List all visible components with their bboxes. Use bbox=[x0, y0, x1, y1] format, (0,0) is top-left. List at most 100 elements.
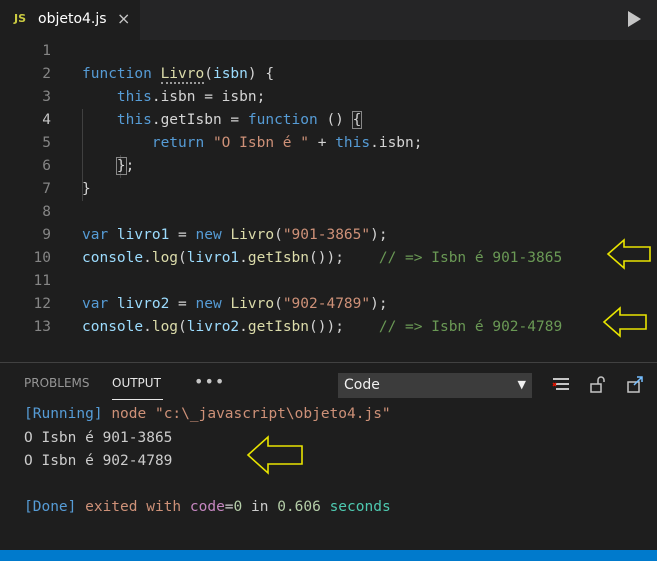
output-token: 0 bbox=[233, 499, 243, 515]
maximize-panel-icon[interactable] bbox=[625, 375, 645, 395]
code-token: . bbox=[143, 250, 152, 266]
code-token: + bbox=[308, 135, 336, 151]
code-line[interactable]: 1 bbox=[0, 40, 657, 63]
code-token: ( bbox=[274, 227, 283, 243]
code-token: .isbn = isbn; bbox=[151, 89, 266, 105]
code-token: ( bbox=[274, 296, 283, 312]
active-tab-indicator bbox=[112, 399, 163, 400]
code-token: . bbox=[143, 319, 152, 335]
status-bar bbox=[0, 550, 657, 561]
line-number: 8 bbox=[42, 204, 51, 220]
tab-output[interactable]: OUTPUT bbox=[112, 376, 161, 390]
code-token: this bbox=[335, 135, 371, 151]
tab-filename: objeto4.js bbox=[38, 11, 107, 27]
code-token: } bbox=[82, 181, 91, 197]
output-token: seconds bbox=[320, 499, 391, 515]
line-number: 3 bbox=[42, 89, 51, 105]
line-number: 13 bbox=[33, 319, 51, 335]
js-file-icon: JS bbox=[14, 12, 27, 25]
code-text: console.log(livro1.getIsbn()); // => Isb… bbox=[82, 247, 562, 270]
line-number: 4 bbox=[42, 112, 51, 128]
code-text: return "O Isbn é " + this.isbn; bbox=[82, 132, 423, 155]
code-token: var bbox=[82, 227, 117, 243]
code-token: = bbox=[169, 227, 196, 243]
lock-scroll-icon[interactable] bbox=[588, 375, 608, 395]
code-token: ( bbox=[178, 319, 187, 335]
code-token: { bbox=[351, 111, 363, 129]
output-token: exited with bbox=[85, 499, 190, 515]
run-code-play-icon[interactable] bbox=[628, 11, 641, 27]
code-editor[interactable]: 1 2 function Livro(isbn) {3 this.isbn = is… bbox=[0, 40, 657, 362]
tab-problems[interactable]: PROBLEMS bbox=[24, 376, 90, 390]
close-icon[interactable]: × bbox=[117, 9, 130, 28]
code-token: livro2 bbox=[186, 319, 240, 335]
code-line[interactable]: 10 console.log(livro1.getIsbn()); // => I… bbox=[0, 247, 657, 270]
code-token: Livro bbox=[230, 296, 275, 312]
output-token: [Running] bbox=[24, 406, 112, 422]
code-line[interactable]: 5 return "O Isbn é " + this.isbn; bbox=[0, 132, 657, 155]
code-token: = bbox=[169, 296, 196, 312]
code-line[interactable]: 8 bbox=[0, 201, 657, 224]
code-token: ()); bbox=[309, 250, 379, 266]
output-token: 0.606 bbox=[277, 499, 321, 515]
editor-tab-objeto4[interactable]: JS objeto4.js × bbox=[0, 0, 140, 40]
output-channel-value: Code bbox=[344, 377, 380, 393]
code-token: log bbox=[151, 319, 179, 335]
code-token: ; bbox=[125, 158, 135, 174]
line-number: 5 bbox=[42, 135, 51, 151]
code-line[interactable]: 2 function Livro(isbn) { bbox=[0, 63, 657, 86]
bottom-panel: PROBLEMS OUTPUT ••• Code ▼ [Running] nod… bbox=[0, 362, 657, 551]
line-number: 11 bbox=[33, 273, 51, 289]
code-token: // => Isbn é 901-3865 bbox=[378, 250, 563, 266]
code-token: Livro bbox=[160, 66, 205, 84]
output-line: O Isbn é 902-4789 bbox=[24, 453, 173, 469]
code-token: "901-3865" bbox=[282, 227, 371, 243]
code-token: this bbox=[116, 89, 152, 105]
code-text: this.getIsbn = function () { bbox=[82, 109, 363, 132]
code-token: "O Isbn é " bbox=[212, 135, 309, 151]
code-line[interactable]: 6 }; bbox=[0, 155, 657, 178]
code-line[interactable]: 12 var livro2 = new Livro("902-4789"); bbox=[0, 293, 657, 316]
code-token: function bbox=[82, 66, 161, 82]
code-text: var livro1 = new Livro("901-3865"); bbox=[82, 224, 388, 247]
code-token: .isbn; bbox=[370, 135, 423, 151]
more-actions-icon[interactable]: ••• bbox=[194, 372, 225, 391]
output-token: in bbox=[242, 499, 278, 515]
code-token: // => Isbn é 902-4789 bbox=[378, 319, 563, 335]
code-line[interactable]: 11 bbox=[0, 270, 657, 293]
code-token: console bbox=[82, 319, 144, 335]
output-channel-select[interactable]: Code ▼ bbox=[338, 373, 532, 398]
code-line[interactable]: 3 this.isbn = isbn; bbox=[0, 86, 657, 109]
code-token: console bbox=[82, 250, 144, 266]
code-text: this.isbn = isbn; bbox=[82, 86, 265, 109]
code-text: console.log(livro2.getIsbn()); // => Isb… bbox=[82, 316, 562, 339]
clear-output-icon[interactable] bbox=[551, 375, 571, 395]
output-line-done: [Done] exited with code=0 in 0.606 secon… bbox=[24, 496, 391, 519]
code-line[interactable]: 4 this.getIsbn = function () { bbox=[0, 109, 657, 132]
code-token: new bbox=[195, 227, 231, 243]
code-token: () bbox=[317, 112, 353, 128]
code-text: function Livro(isbn) { bbox=[82, 63, 274, 86]
code-token: isbn bbox=[212, 66, 248, 82]
code-token: Livro bbox=[230, 227, 275, 243]
code-token: var bbox=[82, 296, 117, 312]
editor-tab-bar: JS objeto4.js × bbox=[0, 0, 657, 40]
code-token: function bbox=[247, 112, 318, 128]
code-token: new bbox=[195, 296, 231, 312]
code-line[interactable]: 13 console.log(livro2.getIsbn()); // => I… bbox=[0, 316, 657, 339]
output-token: code bbox=[189, 499, 225, 515]
chevron-down-icon: ▼ bbox=[517, 378, 526, 391]
code-token: return bbox=[151, 135, 213, 151]
arrow-annotation-icon bbox=[602, 306, 647, 338]
arrow-annotation-icon bbox=[246, 435, 303, 475]
output-line: O Isbn é 901-3865 bbox=[24, 430, 173, 446]
output-token: = bbox=[224, 499, 234, 515]
line-number: 9 bbox=[42, 227, 51, 243]
code-line[interactable]: 7} bbox=[0, 178, 657, 201]
code-line[interactable]: 9 var livro1 = new Livro("901-3865"); bbox=[0, 224, 657, 247]
line-number: 7 bbox=[42, 181, 51, 197]
